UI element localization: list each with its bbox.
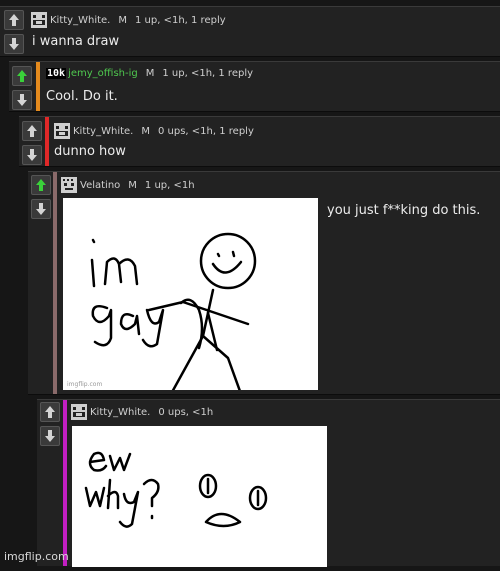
up-arrow-icon: [17, 70, 27, 82]
comment-stats: 1 up, <1h, 1 reply: [162, 68, 254, 79]
downvote-button[interactable]: [31, 199, 51, 219]
up-arrow-icon: [45, 406, 55, 418]
avatar-icon[interactable]: [31, 12, 47, 28]
comment-text: you just f**king do this.: [327, 203, 481, 218]
comment-1: Kitty_White. M 1 up, <1h, 1 reply i wann…: [0, 6, 500, 57]
comment-meta: Kitty_White. M 1 up, <1h, 1 reply: [31, 12, 226, 28]
downvote-button[interactable]: [22, 145, 42, 165]
comment-stats: 0 ups, <1h, 1 reply: [158, 125, 254, 137]
downvote-button[interactable]: [40, 426, 60, 446]
comment-5: Kitty_White. 0 ups, <1h: [37, 399, 500, 567]
comment-text: Cool. Do it.: [46, 89, 118, 104]
comment-stats: 1 up, <1h: [144, 179, 195, 191]
username-link[interactable]: jemy_offish-ig: [68, 68, 138, 79]
thread-bar: [36, 62, 40, 111]
comment-stats: 0 ups, <1h: [158, 406, 214, 418]
mod-badge: M: [128, 179, 137, 191]
comment-meta: Velatino M 1 up, <1h: [61, 177, 195, 193]
up-arrow-icon: [9, 14, 19, 26]
upvote-button[interactable]: [4, 10, 24, 30]
comment-meta: Kitty_White. M 0 ups, <1h, 1 reply: [54, 123, 254, 139]
comment-3: Kitty_White. M 0 ups, <1h, 1 reply dunno…: [19, 116, 500, 167]
downvote-button[interactable]: [4, 34, 24, 54]
comment-stats: 1 up, <1h, 1 reply: [135, 14, 226, 26]
avatar-icon[interactable]: [61, 177, 77, 193]
thread-bar: [63, 400, 67, 566]
image-watermark: imgflip.com: [67, 381, 103, 388]
comment-meta: 10k jemy_offish-ig M 1 up, <1h, 1 reply: [46, 68, 253, 79]
thread-bar: [53, 172, 57, 394]
upvote-button[interactable]: [31, 175, 51, 195]
mod-badge: M: [118, 14, 127, 26]
comment-text: dunno how: [54, 144, 126, 159]
down-arrow-icon: [45, 430, 55, 442]
mod-badge: M: [145, 68, 155, 79]
down-arrow-icon: [27, 149, 37, 161]
site-watermark: imgflip.com: [4, 550, 69, 563]
username-link[interactable]: Kitty_White.: [73, 126, 133, 137]
avatar-icon[interactable]: [71, 404, 87, 420]
username-link[interactable]: Kitty_White.: [90, 407, 150, 418]
mod-badge: M: [141, 125, 150, 137]
comment-2: 10k jemy_offish-ig M 1 up, <1h, 1 reply …: [9, 61, 500, 112]
upvote-button[interactable]: [40, 402, 60, 422]
rank-badge: 10k: [46, 68, 67, 79]
upvote-button[interactable]: [12, 66, 32, 86]
avatar-icon[interactable]: [54, 123, 70, 139]
down-arrow-icon: [36, 203, 46, 215]
username-link[interactable]: Kitty_White.: [50, 15, 110, 26]
down-arrow-icon: [9, 38, 19, 50]
down-arrow-icon: [17, 94, 27, 106]
comment-meta: Kitty_White. 0 ups, <1h: [71, 404, 213, 420]
comment-image[interactable]: imgflip.com: [63, 198, 318, 396]
thread-bar: [45, 117, 49, 166]
username-link[interactable]: Velatino: [80, 180, 120, 191]
upvote-button[interactable]: [22, 121, 42, 141]
drawing-image: [84, 451, 268, 528]
up-arrow-icon: [36, 179, 46, 191]
comment-image[interactable]: [72, 426, 327, 567]
drawing-image: [90, 232, 257, 396]
comment-4: Velatino M 1 up, <1h imgflip.com you jus…: [28, 171, 500, 396]
downvote-button[interactable]: [12, 90, 32, 110]
comment-text: i wanna draw: [32, 34, 120, 49]
up-arrow-icon: [27, 125, 37, 137]
